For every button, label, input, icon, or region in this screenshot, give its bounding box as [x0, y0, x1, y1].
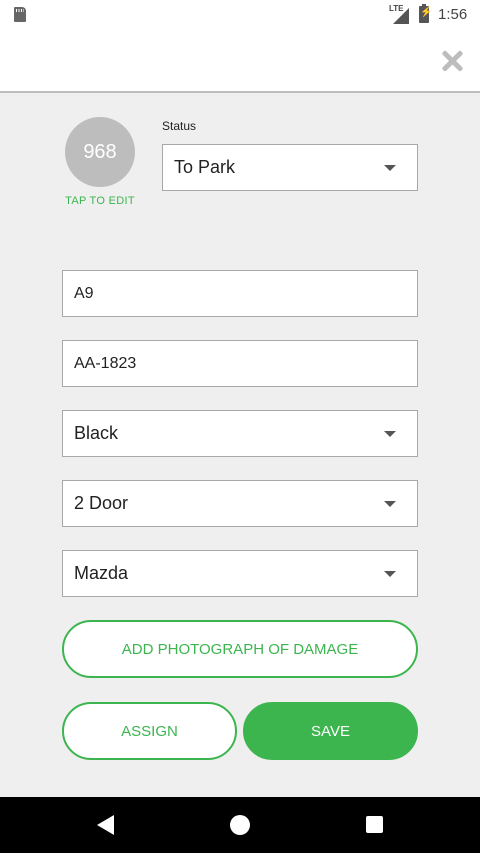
status-select[interactable]: To Park [162, 144, 418, 191]
space-value: A9 [74, 284, 94, 302]
vehicle-number: 968 [83, 140, 117, 163]
status-value: To Park [174, 157, 236, 177]
home-icon[interactable] [230, 815, 250, 835]
clock: 1:56 [438, 6, 468, 23]
battery-charging-icon [419, 4, 432, 23]
add-photograph-button[interactable]: ADD PHOTOGRAPH OF DAMAGE [62, 620, 418, 678]
tap-to-edit-link[interactable]: TAP TO EDIT [50, 195, 150, 207]
dropdown-arrow-icon [384, 501, 396, 507]
navigation-bar [0, 797, 480, 853]
save-button[interactable]: SAVE [243, 702, 418, 760]
status-bar: LTE 1:56 [0, 0, 480, 30]
signal-icon [393, 8, 409, 24]
color-value: Black [74, 423, 119, 443]
status-label: Status [162, 119, 197, 133]
assign-button[interactable]: ASSIGN [62, 702, 237, 760]
color-select[interactable]: Black [62, 410, 418, 457]
vehicle-number-avatar[interactable]: 968 [65, 117, 135, 187]
doors-value: 2 Door [74, 493, 129, 513]
dropdown-arrow-icon [384, 431, 396, 437]
recent-apps-icon[interactable] [366, 816, 383, 833]
app-header [0, 30, 480, 93]
back-icon[interactable] [97, 815, 114, 835]
plate-field[interactable]: AA-1823 [62, 340, 418, 387]
doors-select[interactable]: 2 Door [62, 480, 418, 527]
space-field[interactable]: A9 [62, 270, 418, 317]
make-value: Mazda [74, 563, 129, 583]
close-icon[interactable] [440, 49, 464, 73]
plate-value: AA-1823 [74, 354, 137, 372]
make-select[interactable]: Mazda [62, 550, 418, 597]
sd-card-icon [14, 7, 26, 22]
dropdown-arrow-icon [384, 165, 396, 171]
dropdown-arrow-icon [384, 571, 396, 577]
